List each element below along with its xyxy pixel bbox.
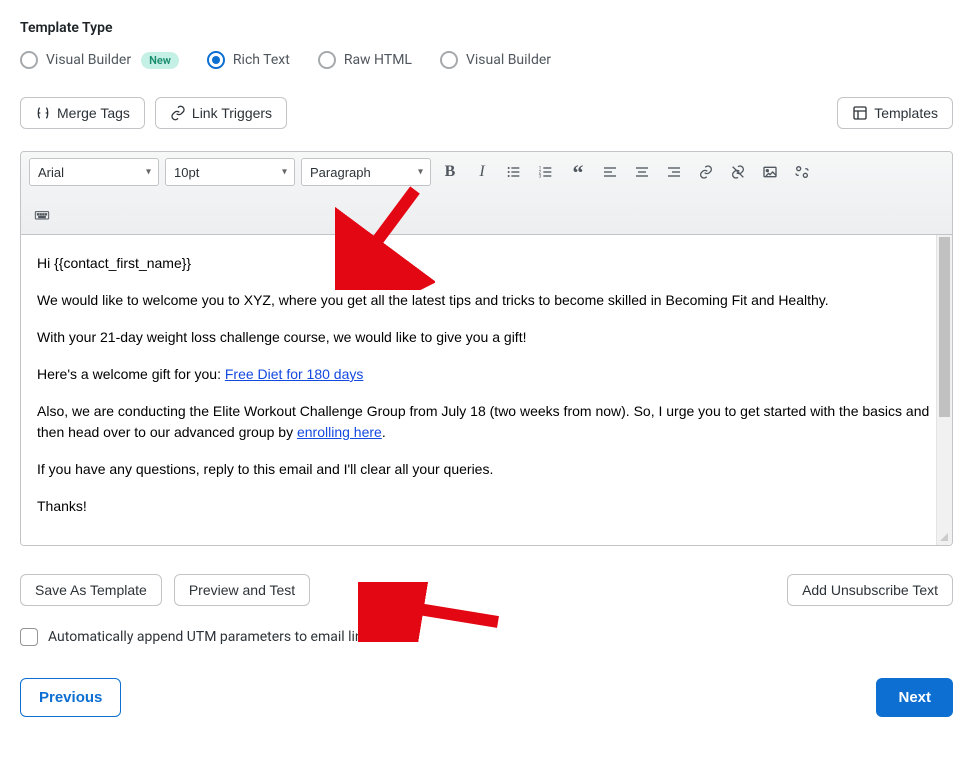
add-unsubscribe-button[interactable]: Add Unsubscribe Text: [787, 574, 953, 606]
editor-line: Hi {{contact_first_name}}: [37, 253, 930, 274]
text-span: Also, we are conducting the Elite Workou…: [37, 403, 929, 440]
next-label: Next: [898, 689, 931, 706]
radio-icon: [20, 51, 38, 69]
blockquote-button[interactable]: “: [565, 159, 591, 185]
link-triggers-button[interactable]: Link Triggers: [155, 97, 287, 129]
scrollbar[interactable]: [936, 235, 952, 545]
merge-tags-label: Merge Tags: [57, 105, 130, 121]
radio-icon: [440, 51, 458, 69]
italic-button[interactable]: I: [469, 159, 495, 185]
resize-handle[interactable]: [938, 531, 950, 543]
preview-test-button[interactable]: Preview and Test: [174, 574, 310, 606]
editor-line: If you have any questions, reply to this…: [37, 459, 930, 480]
text-span: Here's a welcome gift for you:: [37, 366, 225, 382]
radio-icon: [318, 51, 336, 69]
merge-tags-button[interactable]: Merge Tags: [20, 97, 145, 129]
editor-line: With your 21-day weight loss challenge c…: [37, 327, 930, 348]
enrolling-here-link[interactable]: enrolling here: [297, 424, 382, 440]
free-diet-link[interactable]: Free Diet for 180 days: [225, 366, 364, 382]
radio-rich-text[interactable]: Rich Text: [207, 51, 290, 69]
bullet-list-button[interactable]: [501, 159, 527, 185]
editor-line: Also, we are conducting the Elite Workou…: [37, 401, 930, 443]
radio-label: Visual Builder: [466, 52, 551, 68]
utm-checkbox[interactable]: [20, 628, 38, 646]
editor-line: Here's a welcome gift for you: Free Diet…: [37, 364, 930, 385]
templates-button[interactable]: Templates: [837, 97, 953, 129]
numbered-list-button[interactable]: 123: [533, 159, 559, 185]
editor-line: We would like to welcome you to XYZ, whe…: [37, 290, 930, 311]
utm-checkbox-label: Automatically append UTM parameters to e…: [48, 629, 377, 645]
radio-label: Rich Text: [233, 52, 290, 68]
previous-button[interactable]: Previous: [20, 678, 121, 717]
font-family-select[interactable]: Arial: [29, 158, 159, 186]
add-unsubscribe-label: Add Unsubscribe Text: [802, 582, 938, 598]
radio-label: Raw HTML: [344, 52, 412, 68]
templates-icon: [852, 105, 868, 121]
block-format-select[interactable]: Paragraph: [301, 158, 431, 186]
align-right-button[interactable]: [661, 159, 687, 185]
editor-line: Thanks!: [37, 496, 930, 517]
editor-wrap: Arial 10pt Paragraph B I 123 “: [20, 151, 953, 546]
link-triggers-label: Link Triggers: [192, 105, 272, 121]
save-as-template-label: Save As Template: [35, 582, 147, 598]
align-center-button[interactable]: [629, 159, 655, 185]
svg-text:3: 3: [539, 173, 542, 179]
editor-content[interactable]: Hi {{contact_first_name}} We would like …: [21, 235, 952, 525]
previous-label: Previous: [39, 689, 102, 706]
templates-label: Templates: [874, 105, 938, 121]
template-type-radio-group: Visual Builder New Rich Text Raw HTML Vi…: [20, 51, 953, 69]
radio-icon: [207, 51, 225, 69]
radio-visual-builder[interactable]: Visual Builder: [440, 51, 551, 69]
scroll-thumb[interactable]: [939, 237, 950, 417]
link-button[interactable]: [693, 159, 719, 185]
image-button[interactable]: [757, 159, 783, 185]
section-title-template-type: Template Type: [20, 20, 953, 36]
link-icon: [170, 105, 186, 121]
new-badge: New: [141, 52, 179, 69]
editor-body: Hi {{contact_first_name}} We would like …: [21, 235, 952, 545]
save-as-template-button[interactable]: Save As Template: [20, 574, 162, 606]
editor-toolbar: Arial 10pt Paragraph B I 123 “: [21, 152, 952, 235]
font-size-select[interactable]: 10pt: [165, 158, 295, 186]
radio-label: Visual Builder: [46, 52, 131, 68]
align-left-button[interactable]: [597, 159, 623, 185]
merge-tags-icon: [35, 105, 51, 121]
next-button[interactable]: Next: [876, 678, 953, 717]
preview-test-label: Preview and Test: [189, 582, 295, 598]
radio-visual-builder-new[interactable]: Visual Builder New: [20, 51, 179, 69]
radio-raw-html[interactable]: Raw HTML: [318, 51, 412, 69]
keyboard-button[interactable]: [29, 202, 55, 228]
bold-button[interactable]: B: [437, 159, 463, 185]
unlink-button[interactable]: [725, 159, 751, 185]
source-code-button[interactable]: [789, 159, 815, 185]
text-span: .: [382, 424, 386, 440]
